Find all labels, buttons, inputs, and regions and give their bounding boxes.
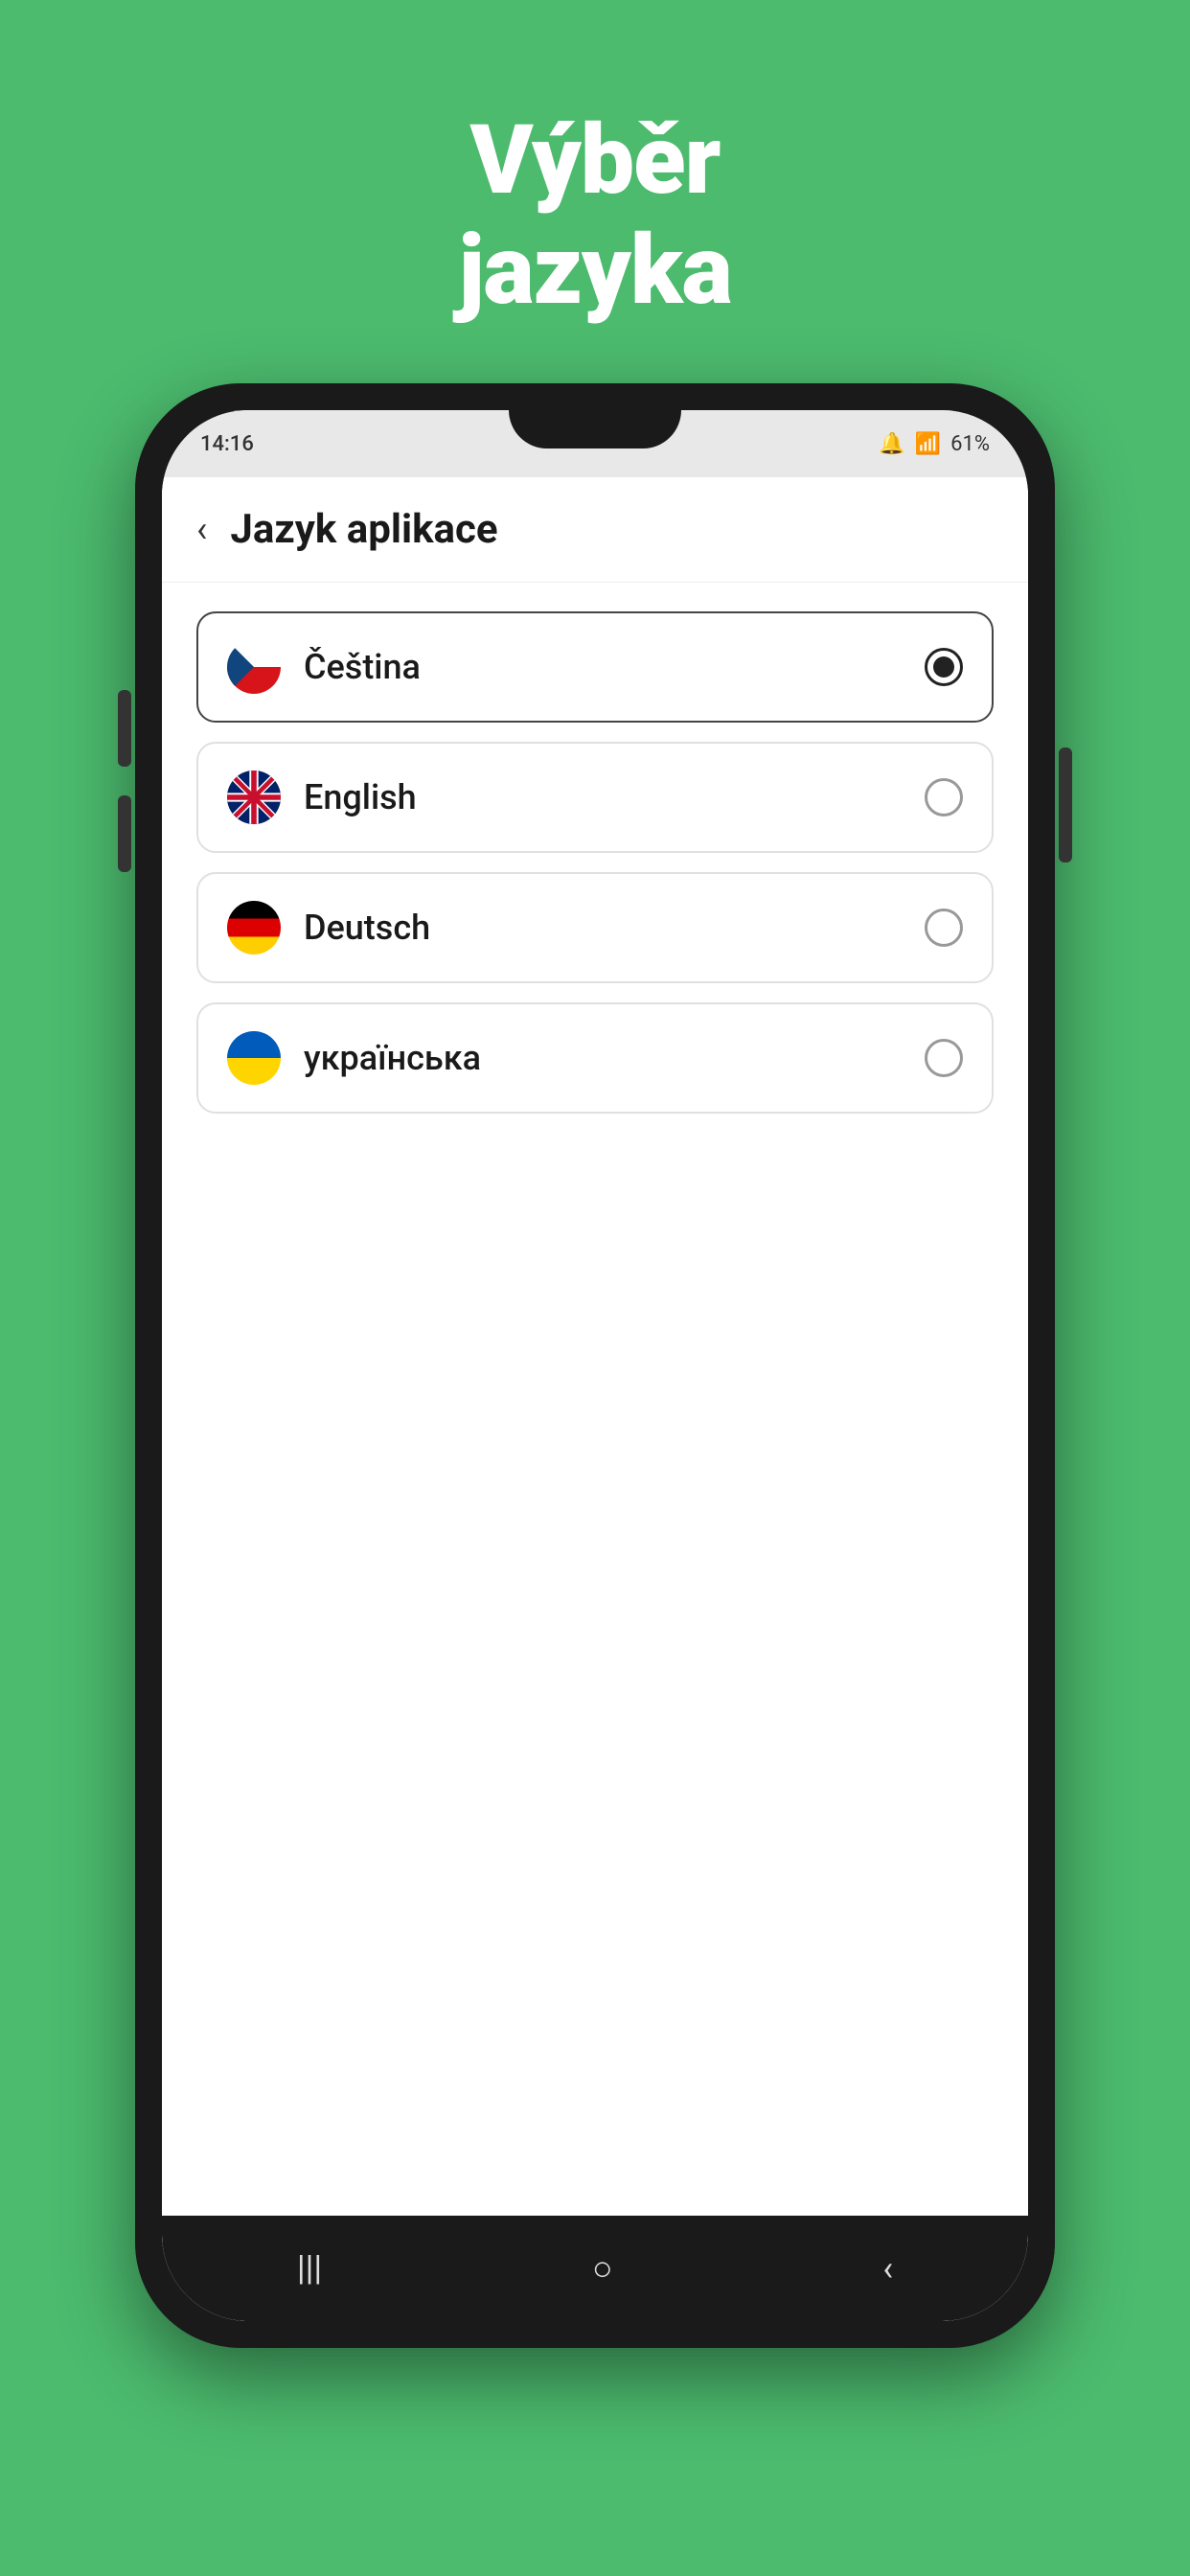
status-time: 14:16 — [200, 432, 254, 456]
battery-icon: 61% — [950, 432, 990, 456]
wifi-icon: 📶 — [915, 432, 941, 456]
recent-apps-button[interactable]: ||| — [297, 2248, 322, 2288]
back-button[interactable]: ‹ — [196, 509, 207, 551]
volume-down-button — [118, 795, 131, 872]
lang-name-cs: Čeština — [304, 647, 421, 687]
notch-cutout — [509, 410, 681, 448]
lang-left-cs: Čeština — [227, 640, 421, 694]
flag-gb — [227, 770, 281, 824]
language-item-uk[interactable]: українська — [196, 1002, 994, 1114]
status-bar: 14:16 🔔 📶 61% — [162, 410, 1028, 477]
phone-screen: 14:16 🔔 📶 61% ‹ Jazyk aplikace — [162, 410, 1028, 2321]
lang-name-en: English — [304, 777, 417, 817]
language-item-en[interactable]: English — [196, 742, 994, 853]
radio-uk — [925, 1039, 963, 1077]
page-title: Výběr jazyka — [458, 105, 731, 326]
flag-cz — [227, 640, 281, 694]
phone-shell: 14:16 🔔 📶 61% ‹ Jazyk aplikace — [135, 383, 1055, 2348]
system-back-button[interactable]: ‹ — [882, 2248, 893, 2288]
language-item-de[interactable]: Deutsch — [196, 872, 994, 983]
lang-left-de: Deutsch — [227, 901, 430, 954]
app-bar-title: Jazyk aplikace — [230, 506, 497, 553]
radio-cs — [925, 648, 963, 686]
page-title-line2: jazyka — [458, 216, 731, 326]
power-button — [1059, 748, 1072, 862]
lang-name-de: Deutsch — [304, 908, 430, 948]
radio-en — [925, 778, 963, 816]
app-bar: ‹ Jazyk aplikace — [162, 477, 1028, 583]
flag-de — [227, 901, 281, 954]
language-list: Čeština — [162, 583, 1028, 1142]
flag-ua — [227, 1031, 281, 1085]
page-title-line1: Výběr — [458, 105, 731, 216]
home-button[interactable]: ○ — [592, 2248, 613, 2288]
content-area: ‹ Jazyk aplikace Čeština — [162, 477, 1028, 2321]
phone-mockup: 14:16 🔔 📶 61% ‹ Jazyk aplikace — [135, 383, 1055, 2348]
radio-de — [925, 908, 963, 947]
lang-left-en: English — [227, 770, 417, 824]
language-item-cs[interactable]: Čeština — [196, 611, 994, 723]
lang-name-uk: українська — [304, 1038, 481, 1078]
lang-left-uk: українська — [227, 1031, 481, 1085]
bottom-nav: ||| ○ ‹ — [162, 2216, 1028, 2321]
status-icons: 🔔 📶 61% — [879, 432, 990, 456]
volume-up-button — [118, 690, 131, 767]
alarm-icon: 🔔 — [879, 432, 904, 456]
